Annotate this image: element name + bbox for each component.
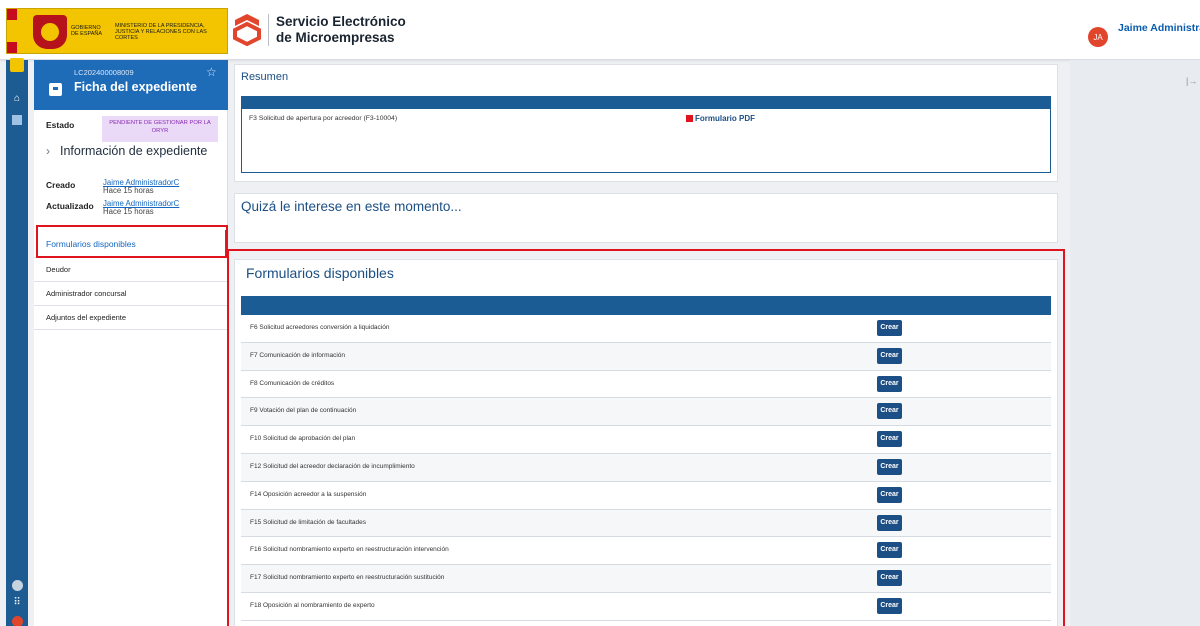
- government-logo: GOBIERNO DE ESPAÑA MINISTERIO DE LA PRES…: [6, 8, 228, 54]
- pdf-link[interactable]: Formulario PDF: [686, 114, 755, 123]
- app-title: Servicio Electrónico de Microempresas: [276, 14, 406, 46]
- collapse-panel-icon[interactable]: |→: [1186, 76, 1197, 86]
- pdf-icon: [686, 115, 693, 122]
- pdf-link-label: Formulario PDF: [695, 114, 756, 123]
- user-name[interactable]: Jaime Administrador: [1118, 22, 1200, 34]
- apps-grid-icon[interactable]: ⠿: [11, 597, 23, 609]
- left-rail: ⌂ ⠿: [6, 58, 28, 626]
- highlight-sidebar-box: [36, 225, 228, 258]
- ministry-label: MINISTERIO DE LA PRESIDENCIA, JUSTICIA Y…: [115, 23, 207, 41]
- highlight-formularios-box: [227, 249, 1065, 626]
- user-mini-avatar[interactable]: [12, 616, 23, 626]
- case-title: Ficha del expediente: [74, 80, 197, 94]
- coat-of-arms-icon: [33, 15, 67, 49]
- help-icon[interactable]: [12, 580, 23, 591]
- case-header-card: LC202400008009 Ficha del expediente ☆: [34, 60, 228, 110]
- updated-label: Actualizado: [46, 201, 94, 211]
- sem-logo-icon: [233, 14, 261, 46]
- top-header: GOBIERNO DE ESPAÑA MINISTERIO DE LA PRES…: [0, 0, 1200, 60]
- resumen-panel: Resumen F3 Solicitud de apertura por acr…: [234, 64, 1058, 182]
- user-avatar[interactable]: JA: [1088, 27, 1108, 47]
- interes-title: Quizá le interese en este momento...: [241, 199, 462, 214]
- app-logo-icon: [10, 58, 24, 72]
- created-when: Hace 15 horas: [103, 186, 154, 195]
- government-label: GOBIERNO DE ESPAÑA: [71, 25, 103, 37]
- case-sidebar: LC202400008009 Ficha del expediente ☆ Es…: [34, 60, 228, 626]
- resumen-table-header: [241, 96, 1051, 109]
- created-label: Creado: [46, 180, 76, 190]
- document-icon[interactable]: [12, 115, 22, 125]
- resumen-title: Resumen: [241, 71, 289, 83]
- status-badge: PENDIENTE DE GESTIONAR POR LA ORYR: [102, 116, 218, 142]
- updated-when: Hace 15 horas: [103, 207, 154, 216]
- resumen-row-text: F3 Solicitud de apertura por acreedor (F…: [249, 115, 398, 122]
- home-icon[interactable]: ⌂: [11, 93, 23, 105]
- interes-panel: Quizá le interese en este momento...: [234, 193, 1058, 243]
- right-panel: [1070, 60, 1200, 626]
- briefcase-icon: [49, 83, 62, 96]
- case-id: LC202400008009: [74, 68, 134, 77]
- brand-divider: [268, 14, 269, 46]
- estado-label: Estado: [46, 120, 75, 130]
- app-title-line2: de Microempresas: [276, 30, 395, 45]
- spain-flag-icon: [7, 9, 17, 53]
- app-title-line1: Servicio Electrónico: [276, 14, 406, 29]
- sidebar-item-adjuntos[interactable]: Adjuntos del expediente: [34, 306, 228, 330]
- info-section-title[interactable]: Información de expediente: [60, 144, 207, 158]
- star-icon[interactable]: ☆: [206, 65, 217, 79]
- sidebar-item-administrador[interactable]: Administrador concursal: [34, 282, 228, 306]
- sidebar-item-deudor[interactable]: Deudor: [34, 258, 228, 282]
- chevron-right-icon[interactable]: ›: [46, 144, 50, 158]
